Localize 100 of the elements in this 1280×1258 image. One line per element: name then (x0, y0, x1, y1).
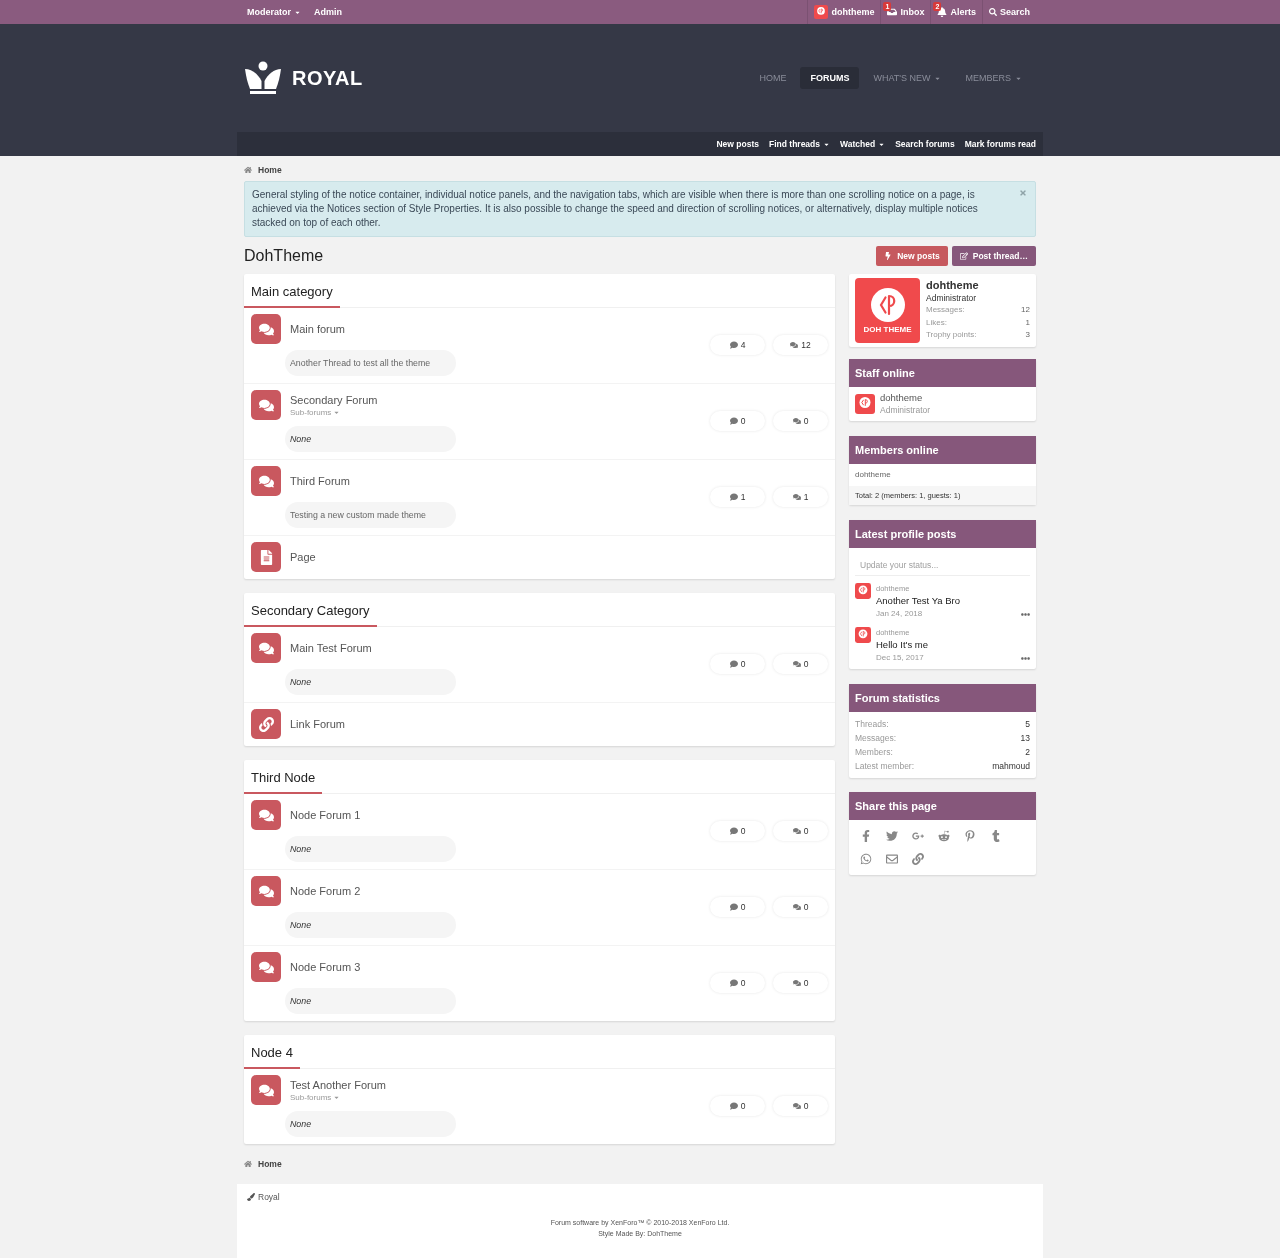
top-link[interactable]: Moderator (247, 0, 301, 24)
sub-nav-link[interactable]: New posts (716, 139, 759, 149)
nav-tab[interactable]: HOME (749, 67, 797, 89)
speech-bubbles-icon (792, 827, 801, 835)
node-title[interactable]: Third Forum (290, 474, 350, 488)
sub-nav-link[interactable]: Mark forums read (964, 139, 1036, 149)
whatsapp-icon[interactable] (860, 853, 872, 865)
stat-label: Messages: (855, 732, 897, 745)
node-title[interactable]: Test Another Forum (290, 1077, 386, 1092)
category-title[interactable]: Third Node (244, 768, 323, 794)
category-title[interactable]: Main category (244, 282, 340, 308)
sub-nav-link[interactable]: Find threads (769, 139, 830, 149)
home-icon (244, 1160, 252, 1168)
last-post[interactable]: None (285, 426, 456, 452)
node-title[interactable]: Node Forum 2 (290, 884, 361, 898)
speech-bubbles-icon (792, 493, 801, 501)
link-icon[interactable] (912, 853, 924, 865)
member-name[interactable]: dohtheme (880, 392, 931, 404)
top-link[interactable]: Admin (314, 0, 342, 24)
stat-value: 13 (1020, 732, 1030, 745)
last-post[interactable]: Testing a new custom made theme (285, 502, 456, 528)
speech-bubble-icon (729, 979, 738, 987)
speech-bubbles-icon (251, 390, 281, 420)
member-name[interactable]: dohtheme (855, 469, 891, 481)
speech-bubbles-icon (251, 800, 281, 830)
stat-value: mahmoud (992, 760, 1030, 773)
logo-icon[interactable] (244, 61, 282, 95)
envelope-icon[interactable] (886, 853, 898, 865)
panel-title: Members online (849, 436, 1036, 464)
speech-bubble-icon (729, 417, 738, 425)
last-post[interactable]: None (285, 988, 456, 1014)
nav-tab[interactable]: FORUMS (800, 67, 860, 89)
last-post[interactable]: Another Thread to test all the theme (285, 350, 456, 376)
member-role: Administrator (880, 404, 931, 416)
speech-bubble-icon (729, 827, 738, 835)
facebook-icon[interactable] (860, 830, 872, 842)
node-title[interactable]: Secondary Forum (290, 392, 378, 407)
action-button[interactable]: New posts (876, 246, 948, 266)
nav-tab[interactable]: WHAT'S NEW (863, 67, 952, 89)
speech-bubble-icon (729, 903, 738, 911)
post-date: Jan 24, 2018 (876, 608, 923, 620)
action-button[interactable]: Post thread… (951, 246, 1036, 266)
node-title[interactable]: Main Test Forum (290, 641, 372, 655)
pinterest-icon[interactable] (964, 830, 976, 842)
speech-bubbles-icon (251, 876, 281, 906)
search-icon (988, 8, 997, 16)
speech-bubble-icon (729, 1102, 738, 1110)
stat-label: Trophy points: (926, 329, 977, 341)
speech-bubbles-icon (251, 952, 281, 982)
breadcrumb-link[interactable]: Home (258, 1159, 282, 1169)
speech-bubbles-icon (251, 1075, 281, 1105)
style-link[interactable]: Royal (247, 1192, 1033, 1202)
threads-count: 0 (740, 826, 746, 836)
stat-value: 5 (1025, 718, 1030, 731)
brush-icon (247, 1193, 255, 1201)
google-plus-icon[interactable] (912, 830, 924, 842)
threads-count: 0 (740, 902, 746, 912)
last-post[interactable]: None (285, 912, 456, 938)
notice: General styling of the notice container, individual notice panels, and the navigation tabs, which are visible when there is more than one scrolling notice on a page, is achieved via the Notices section of Style Properties. It is also possible to change the speed and direction of scrolling notices, or alternatively, display multiple notices stacked on top of each other. (244, 181, 1036, 237)
panel-title: Forum statistics (849, 684, 1036, 712)
last-post[interactable]: None (285, 669, 456, 695)
threads-count: 0 (740, 1101, 746, 1111)
messages-count: 0 (803, 978, 809, 988)
node-title[interactable]: Node Forum 1 (290, 808, 361, 822)
status-input[interactable]: Update your status... (855, 554, 1030, 576)
last-post[interactable]: None (285, 1111, 456, 1137)
speech-bubbles-icon (251, 314, 281, 344)
messages-count: 0 (803, 902, 809, 912)
page-title: DohTheme (244, 247, 324, 265)
last-post[interactable]: None (285, 836, 456, 862)
avatar-icon (814, 5, 829, 19)
tumblr-icon[interactable] (990, 830, 1002, 842)
category-title[interactable]: Secondary Category (244, 601, 377, 627)
node-title[interactable]: Main forum (290, 322, 346, 336)
site-name[interactable]: ROYAL (292, 66, 363, 90)
member-role: Administrator (926, 292, 978, 304)
threads-count: 0 (740, 659, 746, 669)
nav-tab[interactable]: MEMBERS (955, 67, 1032, 89)
stat-value: 2 (1025, 746, 1030, 759)
messages-count: 1 (803, 492, 809, 502)
post-text: Hello It's me (876, 638, 929, 652)
member-name[interactable]: dohtheme (926, 278, 1030, 292)
stat-value: 12 (1021, 304, 1030, 316)
reddit-icon[interactable] (938, 830, 950, 842)
sub-nav-link[interactable]: Watched (840, 139, 886, 149)
category-title[interactable]: Node 4 (244, 1043, 300, 1069)
panel-title: Staff online (849, 359, 1036, 387)
node-title[interactable]: Link Forum (290, 717, 346, 731)
node-title[interactable]: Page (290, 550, 316, 564)
threads-count: 0 (740, 416, 746, 426)
sub-nav-link[interactable]: Search forums (895, 139, 955, 149)
panel-title: Share this page (849, 792, 1036, 820)
post-text: Another Test Ya Bro (876, 594, 961, 608)
close-icon[interactable] (1019, 189, 1027, 197)
node-title[interactable]: Node Forum 3 (290, 960, 361, 974)
stat-label: Messages: (926, 304, 965, 316)
speech-bubbles-icon (792, 1102, 801, 1110)
twitter-icon[interactable] (886, 830, 898, 842)
breadcrumb-link[interactable]: Home (258, 164, 282, 175)
stat-label: Threads: (855, 718, 889, 731)
